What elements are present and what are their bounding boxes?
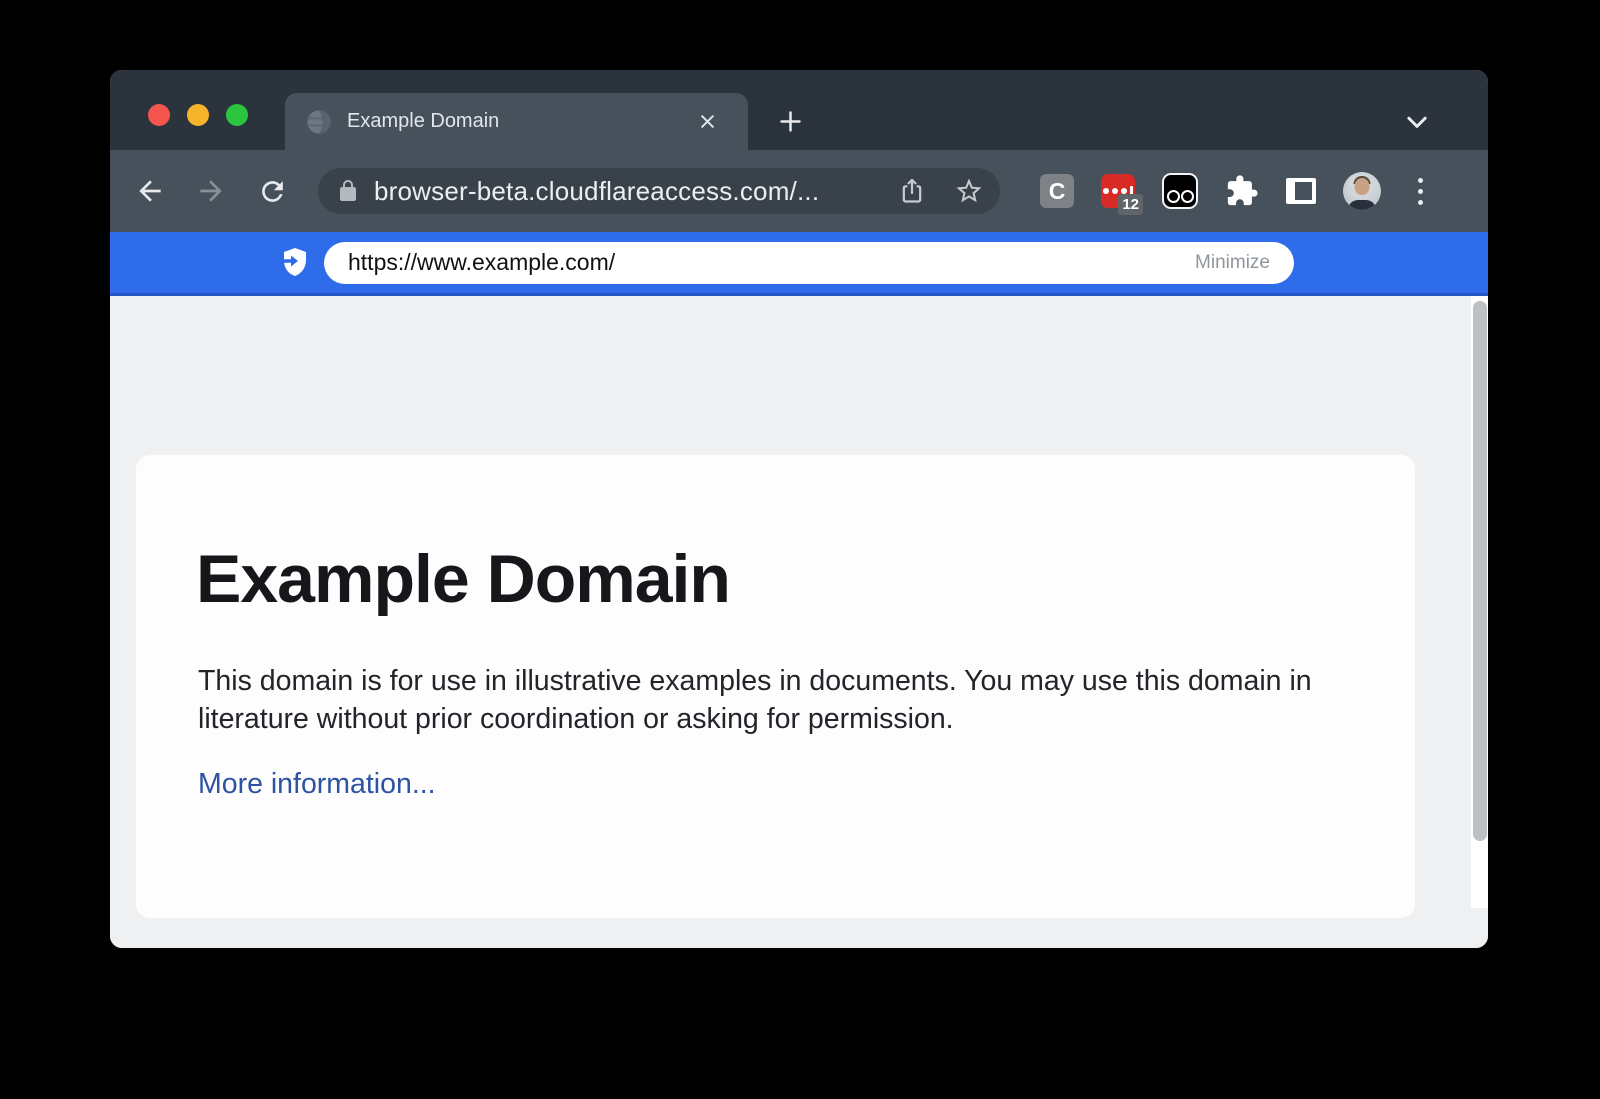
- remote-url-text: https://www.example.com/: [348, 249, 1195, 276]
- minimize-window-button[interactable]: [187, 104, 209, 126]
- page-heading: Example Domain: [196, 539, 1415, 619]
- address-url-text: browser-beta.cloudflareaccess.com/...: [374, 176, 898, 207]
- browser-window: Example Domain: [110, 70, 1488, 948]
- isolation-url-bar: https://www.example.com/ Minimize: [110, 232, 1488, 296]
- window-controls: [148, 104, 248, 126]
- extension-cluster: C 12: [1040, 171, 1488, 211]
- tab-close-icon[interactable]: [692, 107, 722, 137]
- forward-button[interactable]: [187, 167, 235, 215]
- globe-favicon-icon: [305, 108, 333, 136]
- circle-icon: [1181, 190, 1194, 203]
- avatar-shoulders: [1348, 200, 1376, 210]
- shield-arrow-icon: [272, 246, 312, 280]
- page-paragraph: This domain is for use in illustrative e…: [198, 662, 1353, 738]
- browser-menu-icon[interactable]: [1408, 171, 1432, 211]
- page-viewport: Example Domain This domain is for use in…: [110, 296, 1488, 948]
- toolbar: browser-beta.cloudflareaccess.com/... C: [110, 150, 1488, 232]
- extension-c-icon[interactable]: C: [1040, 174, 1074, 208]
- minimize-bar-button[interactable]: Minimize: [1195, 252, 1270, 274]
- profile-avatar[interactable]: [1343, 172, 1381, 210]
- extension-password-manager-icon[interactable]: 12: [1101, 174, 1135, 208]
- address-bar[interactable]: browser-beta.cloudflareaccess.com/...: [318, 168, 1000, 214]
- bookmark-star-icon[interactable]: [954, 176, 984, 206]
- side-panel-icon[interactable]: [1286, 178, 1316, 204]
- more-information-link[interactable]: More information...: [198, 768, 436, 801]
- avatar-face: [1355, 178, 1370, 195]
- tab-example-domain[interactable]: Example Domain: [285, 93, 748, 150]
- tab-title: Example Domain: [347, 110, 678, 133]
- extension-goggles-icon[interactable]: [1162, 173, 1198, 209]
- scrollbar-thumb[interactable]: [1473, 301, 1487, 841]
- reload-button[interactable]: [248, 167, 296, 215]
- content-card: Example Domain This domain is for use in…: [136, 455, 1415, 918]
- lock-icon: [336, 179, 360, 203]
- close-window-button[interactable]: [148, 104, 170, 126]
- circle-icon: [1167, 190, 1180, 203]
- back-button[interactable]: [126, 167, 174, 215]
- tab-search-chevron-icon[interactable]: [1396, 101, 1438, 143]
- new-tab-button[interactable]: [768, 99, 812, 143]
- share-icon[interactable]: [898, 177, 926, 205]
- extension-c-label: C: [1049, 178, 1066, 205]
- extension-badge: 12: [1118, 194, 1143, 215]
- scrollbar-track[interactable]: [1471, 296, 1488, 908]
- extensions-puzzle-icon[interactable]: [1225, 174, 1259, 208]
- remote-url-field[interactable]: https://www.example.com/ Minimize: [324, 242, 1294, 284]
- tab-strip: Example Domain: [110, 70, 1488, 150]
- fullscreen-window-button[interactable]: [226, 104, 248, 126]
- panel-square-icon: [1286, 178, 1316, 204]
